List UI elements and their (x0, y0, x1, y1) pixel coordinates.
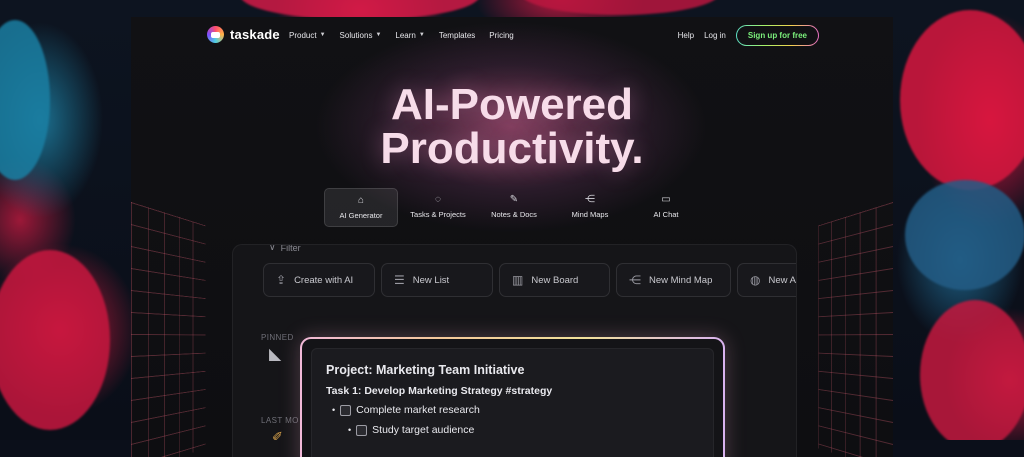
menu-product-label: Product (289, 30, 317, 40)
feature-tabs: ⌂ AI Generator ◌ Tasks & Projects ✎ Note… (324, 188, 702, 227)
chevron-down-icon: ▼ (418, 32, 425, 38)
ruler-triangle-icon[interactable]: ◣ (269, 344, 281, 364)
tab-label: AI Generator (339, 210, 383, 220)
coral-decoration (520, 0, 720, 15)
document-title: Project: Marketing Team Initiative (326, 363, 525, 377)
list-icon: ☰ (394, 273, 405, 287)
task-item-text: Complete market research (356, 404, 480, 416)
hero-line1-text: AI-Powered (390, 80, 634, 129)
main-menu: Product ▼ Solutions ▼ Learn ▼ Templates … (289, 17, 514, 53)
filter-icon: ⊽ (269, 244, 276, 252)
signup-button[interactable]: Sign up for free (736, 25, 819, 46)
bullet-icon: • (332, 405, 336, 415)
filter-label: Filter (280, 244, 301, 253)
tab-label: Mind Maps (571, 209, 609, 219)
create-with-ai-button[interactable]: ⇪ Create with AI (263, 263, 375, 297)
document-card-inner: Project: Marketing Team Initiative Task … (302, 339, 723, 457)
tab-mind-maps[interactable]: ⋲ Mind Maps (554, 188, 626, 225)
perspective-grid-left (131, 202, 206, 457)
taskade-logo[interactable]: taskade (207, 26, 280, 43)
document-content: Project: Marketing Team Initiative Task … (311, 348, 714, 457)
help-link[interactable]: Help (678, 31, 694, 40)
new-list-button[interactable]: ☰ New List (381, 263, 493, 297)
tab-tasks-projects[interactable]: ◌ Tasks & Projects (402, 188, 474, 225)
coral-decoration (920, 300, 1024, 440)
taskade-logo-icon (207, 26, 224, 43)
tab-label: Notes & Docs (491, 209, 537, 219)
top-navigation: taskade Product ▼ Solutions ▼ Learn ▼ Te… (131, 17, 893, 53)
quick-action-label: New Mind Map (649, 274, 713, 286)
new-a-button[interactable]: ◍ New A (737, 263, 796, 297)
last-modified-label: LAST MO (261, 416, 299, 425)
quick-actions: ⇪ Create with AI ☰ New List ▥ New Board … (263, 263, 796, 297)
upload-icon: ⇪ (276, 273, 287, 287)
quick-action-label: Create with AI (294, 274, 354, 286)
task-item-text: Study target audience (372, 424, 475, 436)
tab-label: Tasks & Projects (410, 209, 466, 219)
task-item: • Study target audience (326, 424, 699, 436)
video-icon: ▭ (661, 193, 671, 205)
tab-label: AI Chat (653, 209, 679, 219)
globe-icon: ◍ (750, 273, 761, 287)
quick-action-label: New List (412, 274, 450, 286)
menu-learn-label: Learn (395, 30, 416, 40)
website-window: taskade Product ▼ Solutions ▼ Learn ▼ Te… (131, 17, 893, 457)
task-item: • Complete market research (326, 404, 699, 416)
robot-icon: ⌂ (357, 194, 365, 206)
pinned-section-label: PINNED (261, 333, 294, 342)
check-circle-icon: ◌ (435, 193, 441, 205)
hero-heading-line1: AI-Powered (131, 83, 893, 127)
quick-action-label: New Board (531, 274, 579, 286)
task-heading: Task 1: Develop Marketing Strategy #stra… (326, 385, 553, 397)
hero-line2-text: Productivity. (380, 124, 644, 173)
filter-control[interactable]: ⊽ Filter (269, 244, 301, 253)
menu-solutions-label: Solutions (339, 30, 373, 40)
coral-decoration (0, 250, 110, 430)
share-nodes-icon: ⋲ (585, 193, 595, 205)
coral-decoration (905, 180, 1024, 290)
tab-ai-generator[interactable]: ⌂ AI Generator (324, 188, 398, 227)
hero-heading-line2: Productivity. (131, 127, 893, 171)
checkbox[interactable] (340, 404, 352, 416)
document-card: Project: Marketing Team Initiative Task … (300, 337, 725, 457)
chevron-down-icon: ▼ (319, 32, 326, 38)
pen-nib-icon[interactable]: ✐ (272, 429, 283, 445)
pen-icon: ✎ (509, 193, 519, 205)
chevron-down-icon: ▼ (375, 32, 382, 38)
tab-ai-chat[interactable]: ▭ AI Chat (630, 188, 702, 225)
logo-text: taskade (230, 27, 280, 42)
menu-pricing[interactable]: Pricing (489, 31, 513, 40)
login-link[interactable]: Log in (704, 31, 726, 40)
checkbox[interactable] (356, 424, 368, 436)
new-board-button[interactable]: ▥ New Board (499, 263, 610, 297)
quick-action-label: New A (768, 274, 796, 286)
board-icon: ▥ (512, 273, 524, 287)
nav-actions: Help Log in Sign up for free (678, 17, 819, 53)
coral-decoration (0, 20, 50, 180)
new-mind-map-button[interactable]: ⋲ New Mind Map (616, 263, 731, 297)
perspective-grid-right (818, 202, 893, 457)
menu-learn[interactable]: Learn ▼ (395, 31, 424, 40)
tab-notes-docs[interactable]: ✎ Notes & Docs (478, 188, 550, 225)
menu-templates-label: Templates (438, 30, 476, 40)
coral-decoration (900, 10, 1024, 190)
menu-product[interactable]: Product ▼ (289, 31, 326, 40)
bullet-icon: • (348, 425, 352, 435)
menu-solutions[interactable]: Solutions ▼ (340, 31, 382, 40)
menu-templates[interactable]: Templates (439, 31, 475, 40)
mindmap-icon: ⋲ (629, 273, 641, 287)
menu-pricing-label: Pricing (489, 30, 514, 40)
